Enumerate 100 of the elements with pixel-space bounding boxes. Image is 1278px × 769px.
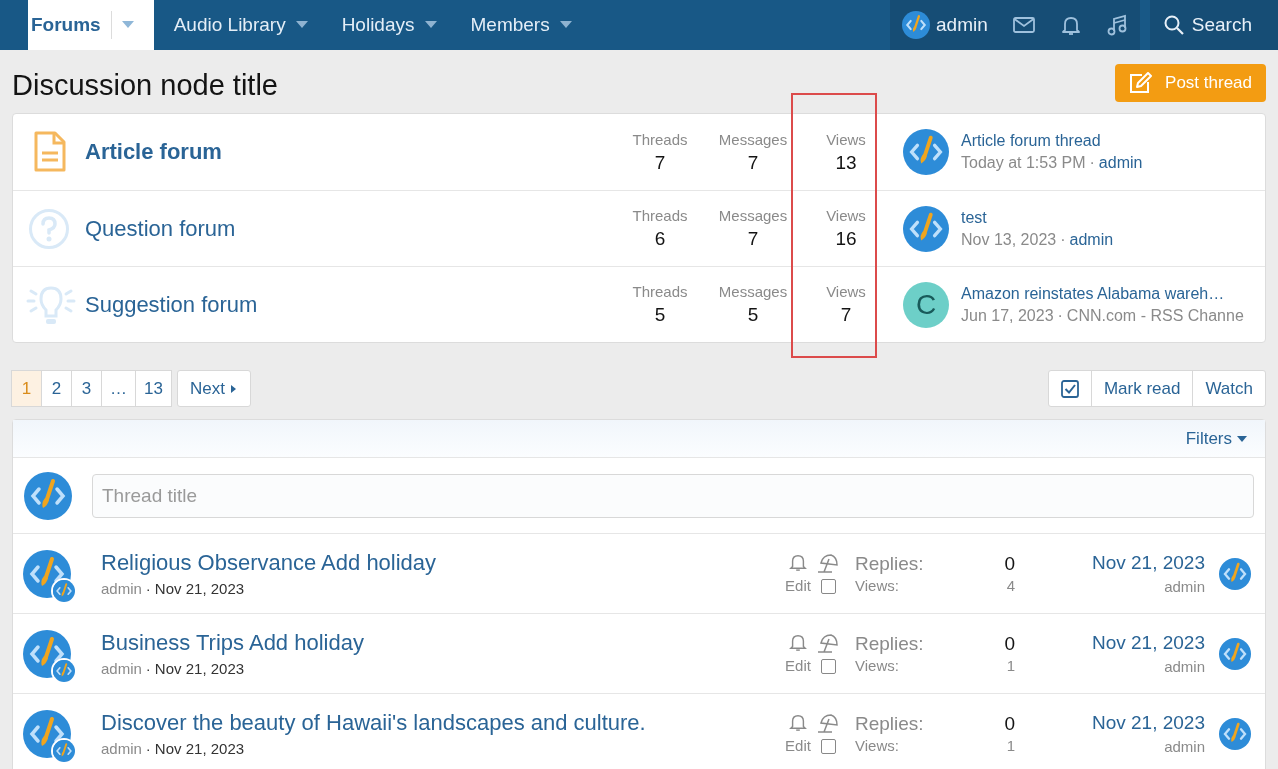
page-button[interactable]: 13 xyxy=(135,370,172,407)
action-button[interactable]: Watch xyxy=(1192,371,1265,406)
bell-icon[interactable] xyxy=(1060,15,1081,35)
user-avatar xyxy=(1219,557,1251,590)
replies-count: 0 xyxy=(1004,713,1015,735)
forum-link[interactable]: Suggestion forum xyxy=(85,291,258,317)
views-count: 1 xyxy=(1005,657,1015,674)
caret-icon[interactable] xyxy=(295,21,308,29)
last-post-link[interactable]: Article forum thread xyxy=(961,132,1143,150)
views-label: Views: xyxy=(855,657,900,674)
author-link[interactable]: admin xyxy=(101,660,142,677)
post-date: Jun 17, 2023 xyxy=(961,306,1054,324)
page-button[interactable]: … xyxy=(101,370,136,407)
caret-icon[interactable] xyxy=(559,21,572,29)
replies-count: 0 xyxy=(1004,553,1015,575)
bell-icon xyxy=(789,633,807,651)
thread-date: Nov 21, 2023 xyxy=(154,580,245,597)
views-label: Views: xyxy=(855,737,900,754)
stat-value: 7 xyxy=(747,228,759,250)
separator-dot: · xyxy=(145,740,151,757)
separator-dot: · xyxy=(1089,154,1095,171)
stat-label: Threads xyxy=(632,130,688,148)
nav-tab[interactable]: Forums xyxy=(28,0,154,50)
select-checkbox[interactable] xyxy=(820,579,836,594)
stat-value: 6 xyxy=(654,228,666,250)
music-icon[interactable] xyxy=(1106,14,1127,36)
caret-icon xyxy=(1237,435,1247,442)
stat-value: 5 xyxy=(654,304,666,326)
last-post-date[interactable]: Nov 21, 2023 xyxy=(1091,552,1205,574)
user-avatar xyxy=(1219,717,1251,750)
thread-link[interactable]: Discover the beauty of Hawaii's landscapes and culture. xyxy=(101,710,783,736)
user-avatar xyxy=(903,129,949,175)
separator-dot: · xyxy=(1060,230,1066,248)
poster-link[interactable]: admin xyxy=(1069,230,1114,248)
last-poster[interactable]: admin xyxy=(1164,658,1205,675)
stat-value: 7 xyxy=(840,304,852,326)
page-title: Discussion node title xyxy=(12,69,278,102)
replies-label: Replies: xyxy=(855,713,925,735)
thread-date: Nov 21, 2023 xyxy=(154,660,245,677)
thread-date: Nov 21, 2023 xyxy=(154,740,245,757)
stat-value: 7 xyxy=(654,151,666,174)
search-icon xyxy=(1163,15,1184,35)
question-icon xyxy=(28,207,70,250)
stat-label: Views xyxy=(826,207,866,224)
nav-tab[interactable]: Holidays xyxy=(341,0,457,50)
stat-label: Threads xyxy=(632,283,688,300)
next-button[interactable]: Next xyxy=(176,370,251,407)
nav-tab[interactable]: Audio Library xyxy=(173,0,328,50)
stat-label: Views xyxy=(826,283,866,300)
forum-link[interactable]: Article forum xyxy=(85,139,222,164)
separator-dot: · xyxy=(145,580,151,597)
caret-icon[interactable] xyxy=(121,21,134,29)
author-link[interactable]: admin xyxy=(101,740,142,757)
views-count: 1 xyxy=(1005,737,1015,754)
edit-link[interactable]: Edit xyxy=(785,737,811,754)
last-post-date[interactable]: Nov 21, 2023 xyxy=(1091,712,1205,734)
filters-button[interactable]: Filters xyxy=(1185,428,1247,449)
poster-link[interactable]: CNN.com - RSS Channe xyxy=(1066,306,1244,324)
forum-link[interactable]: Question forum xyxy=(85,215,236,241)
caret-icon xyxy=(230,384,236,393)
author-link[interactable]: admin xyxy=(101,580,142,597)
stat-value: 13 xyxy=(835,151,857,174)
page-button[interactable]: 2 xyxy=(41,370,72,407)
user-avatar xyxy=(903,205,949,252)
edit-icon xyxy=(1129,71,1154,94)
select-checkbox[interactable] xyxy=(820,659,836,674)
stat-label: Views xyxy=(826,130,866,148)
stat-value: 16 xyxy=(835,228,857,250)
checkbox-icon xyxy=(1060,379,1079,398)
last-poster[interactable]: admin xyxy=(1164,578,1205,595)
page-button[interactable]: 3 xyxy=(71,370,102,407)
replies-label: Replies: xyxy=(855,553,925,575)
umbrella-icon xyxy=(817,713,839,733)
envelope-icon[interactable] xyxy=(1012,17,1035,33)
stat-label: Threads xyxy=(632,207,688,224)
thread-link[interactable]: Business Trips Add holiday xyxy=(101,630,783,656)
select-checkbox[interactable] xyxy=(820,739,836,754)
thread-link[interactable]: Religious Observance Add holiday xyxy=(101,550,783,576)
user-avatar xyxy=(1219,637,1251,670)
poster-link[interactable]: admin xyxy=(1098,154,1143,171)
last-post-link[interactable]: test xyxy=(961,208,1114,227)
search-button[interactable]: Search xyxy=(1149,0,1278,50)
caret-icon[interactable] xyxy=(424,21,437,29)
views-label: Views: xyxy=(855,577,900,594)
umbrella-icon xyxy=(817,633,839,653)
last-post-date[interactable]: Nov 21, 2023 xyxy=(1091,632,1205,654)
post-date: Today at 1:53 PM xyxy=(961,154,1086,171)
action-button[interactable]: Mark read xyxy=(1090,371,1193,406)
edit-link[interactable]: Edit xyxy=(785,577,811,594)
separator-dot: · xyxy=(145,660,151,677)
last-poster[interactable]: admin xyxy=(1164,738,1205,755)
stat-label: Messages xyxy=(718,207,788,224)
nav-tab[interactable]: Members xyxy=(470,0,592,50)
stat-value: 5 xyxy=(747,304,759,326)
post-date: Nov 13, 2023 xyxy=(961,230,1057,248)
edit-link[interactable]: Edit xyxy=(785,657,811,674)
last-post-link[interactable]: Amazon reinstates Alabama wareh… xyxy=(961,284,1244,303)
umbrella-icon xyxy=(817,553,839,573)
user-avatar xyxy=(24,471,72,520)
thread-title-field[interactable]: Thread title xyxy=(92,473,1254,518)
